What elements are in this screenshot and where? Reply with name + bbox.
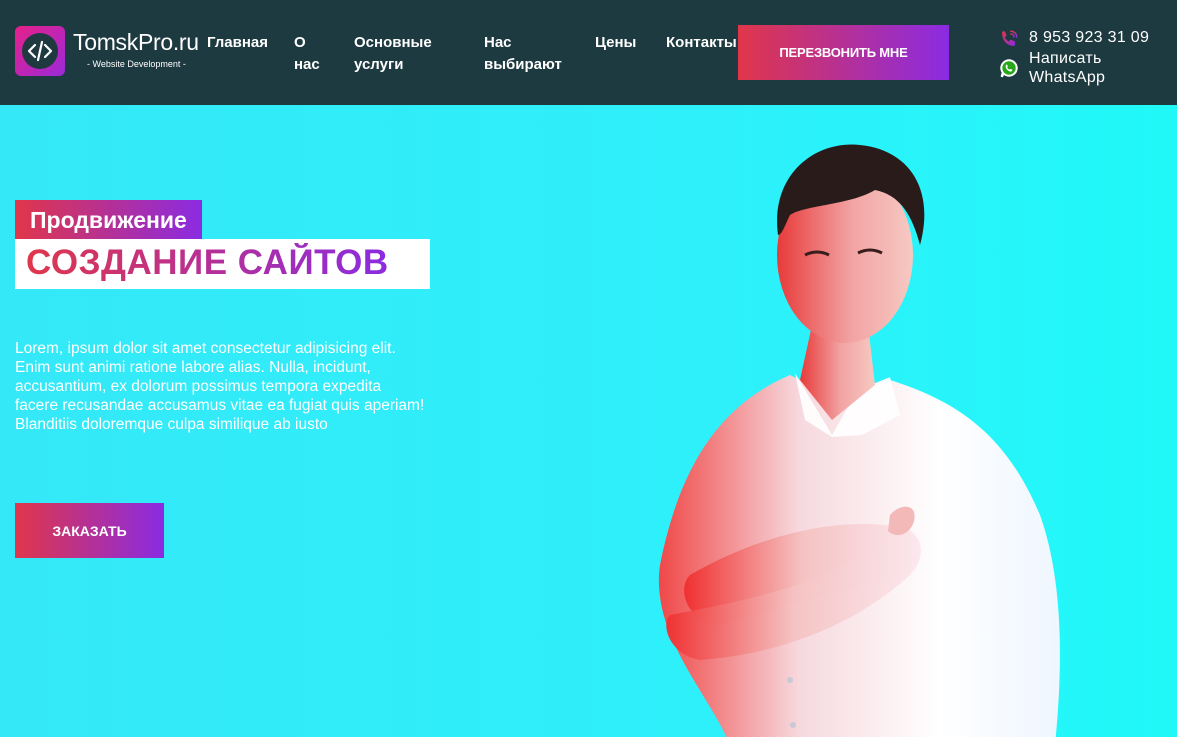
phone-link[interactable]: 8 953 923 31 09 <box>998 28 1149 50</box>
callback-button[interactable]: ПЕРЕЗВОНИТЬ МНЕ <box>738 25 949 80</box>
logo-subtitle: - Website Development - <box>87 59 186 69</box>
nav-item-home[interactable]: Главная <box>207 32 268 54</box>
logo[interactable]: TomskPro.ru - Website Development - <box>15 26 210 76</box>
phone-icon <box>1002 30 1018 46</box>
nav-item-services[interactable]: Основные услуги <box>354 32 454 76</box>
order-button[interactable]: ЗАКАЗАТЬ <box>15 503 164 558</box>
whatsapp-icon <box>1000 59 1018 78</box>
code-icon <box>15 26 65 76</box>
hero-headline-box: СОЗДАНИЕ САЙТОВ <box>15 239 430 289</box>
hero-tag: Продвижение <box>15 200 202 240</box>
site-header: TomskPro.ru - Website Development - Глав… <box>0 0 1177 105</box>
nav-item-contacts[interactable]: Контакты <box>666 32 737 54</box>
whatsapp-link[interactable]: Написать WhatsApp <box>998 49 1139 87</box>
phone-number: 8 953 923 31 09 <box>1029 29 1150 46</box>
nav-item-why-us[interactable]: Нас выбирают <box>484 32 574 76</box>
nav-item-about[interactable]: О нас <box>294 32 332 76</box>
person-photo <box>658 144 1060 737</box>
hero-text: Lorem, ipsum dolor sit amet consectetur … <box>15 340 425 433</box>
logo-title: TomskPro.ru <box>73 29 199 55</box>
nav-item-prices[interactable]: Цены <box>595 32 636 54</box>
whatsapp-label: Написать WhatsApp <box>1029 50 1106 86</box>
hero-headline: СОЗДАНИЕ САЙТОВ <box>26 243 389 282</box>
hero-section: Продвижение СОЗДАНИЕ САЙТОВ Lorem, ipsum… <box>0 105 1177 737</box>
